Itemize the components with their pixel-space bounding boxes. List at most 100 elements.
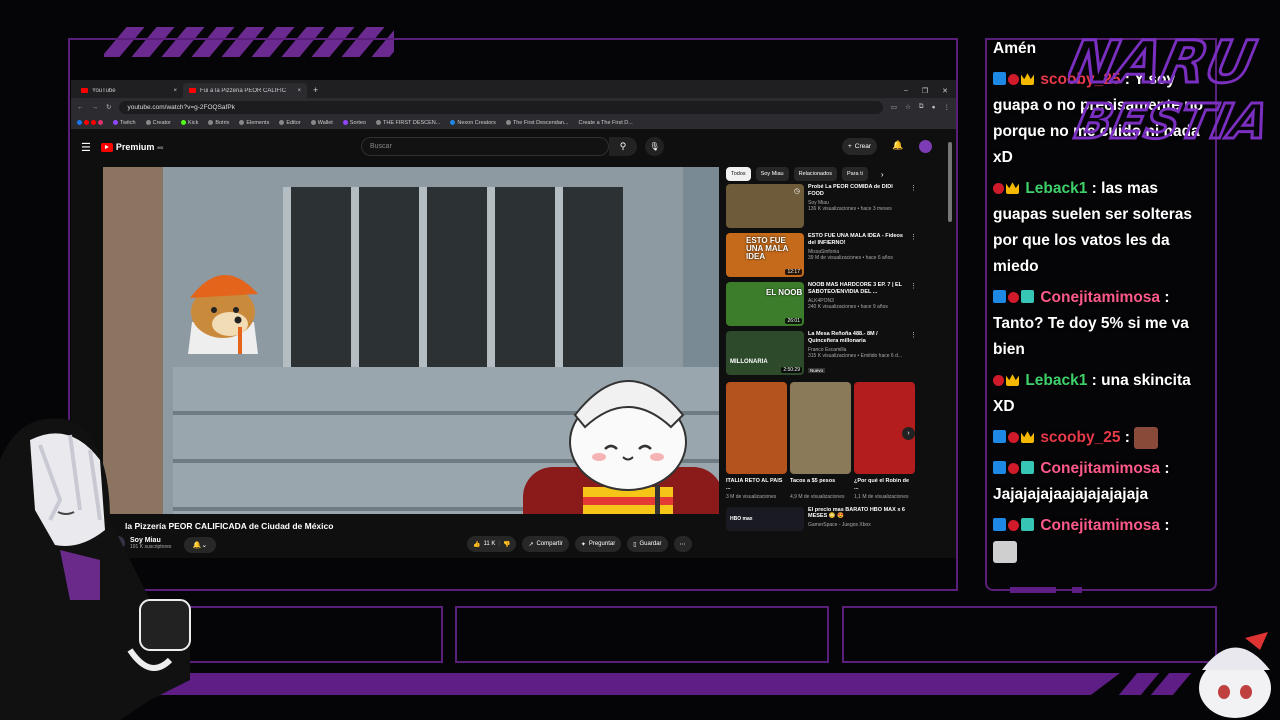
search-button[interactable]: ⚲ [609,137,637,156]
account-avatar[interactable] [919,140,932,153]
sub-badge-icon [1021,290,1034,303]
chat-message: scooby_25 : [993,425,1215,451]
notifications-bell-icon[interactable]: 🔔 [892,140,903,151]
bookmark[interactable]: Creator [145,120,171,126]
video-actions: 👍 11 K | 👎 ↗ Compartir ✦ Preguntar ▯ Guardar ⋯ [467,536,692,552]
search-input[interactable]: Buscar [361,137,609,156]
bookmark[interactable]: Botrix [208,120,229,126]
bookmark[interactable]: Wallet [310,120,333,126]
forward-icon[interactable]: → [92,104,99,111]
page-scrollbar[interactable] [948,142,952,222]
back-icon[interactable]: ← [77,104,84,111]
suggested-video[interactable]: ESTO FUE UNA MALA IDEA 12:17 ESTO FUE UN… [726,233,917,280]
star-icon[interactable]: ☆ [905,103,911,111]
cast-icon[interactable]: ▭ [891,103,897,111]
mic-button[interactable]: 🎙 [645,137,664,156]
bookmark[interactable]: Create a The First D... [579,120,633,126]
suggested-video[interactable]: EL NOOB 26:01 NOOB MAS HARDCORE 3 EP. 7 … [726,282,917,329]
bookmark[interactable]: Elements [239,120,269,126]
short-thumbnail[interactable] [790,382,851,474]
bookmark-icon: ▯ [633,541,637,548]
cat-sticker [569,380,687,514]
video-thumbnail[interactable]: EL NOOB 26:01 [726,282,804,326]
chevron-right-icon[interactable]: › [881,170,884,179]
close-tab-icon[interactable]: × [173,88,177,94]
window-controls: – ❐ ✕ [904,83,956,98]
hamburger-menu-icon[interactable]: ☰ [81,141,91,154]
video-thumbnail[interactable]: ESTO FUE UNA MALA IDEA 12:17 [726,233,804,277]
more-options-icon[interactable]: ⋮ [910,184,917,231]
close-tab-icon[interactable]: × [297,88,301,94]
sparkle-icon: ✦ [580,541,586,548]
bookmark[interactable]: Kick [180,120,198,126]
suggested-video[interactable]: HBO max El precio mas BARATO HBO MAX x 6… [726,506,916,531]
chevron-down-icon: ⌄ [201,542,208,549]
url-text: youtube.com/watch?v=g-2FOQSafPk [127,103,235,111]
svg-text:NARU: NARU [1068,29,1261,96]
chat-text: Jajajajajaajajajajajaja [993,486,1149,503]
bookmark-icons[interactable] [77,120,103,125]
profile-icon[interactable]: ● [932,104,936,111]
tab-video[interactable]: Fui a la Pizzeria PEOR CALIFIC × [183,83,307,98]
chat-text: Tanto? Te doy 5% si me va bien [993,315,1189,358]
close-window-icon[interactable]: ✕ [942,87,948,95]
suggested-video[interactable]: MILLONARIA 2:50:29 La Mesa Reñoña 488.- … [726,331,917,378]
share-button[interactable]: ↗ Compartir [522,536,569,552]
video-thumbnail[interactable]: ◷ [726,184,804,228]
new-tab-button[interactable]: + [307,85,324,98]
address-bar[interactable]: youtube.com/watch?v=g-2FOQSafPk [119,100,883,114]
more-options-icon[interactable]: ⋮ [910,331,917,378]
menu-icon[interactable]: ⋮ [944,103,951,111]
bookmark[interactable]: THE FIRST DESCEN... [376,120,440,126]
reload-icon[interactable]: ↻ [106,103,111,111]
crown-badge-icon [1021,73,1034,85]
chat-frame-accent [1072,587,1082,593]
short-item[interactable]: ¿Por qué el Robin de ... 1,1 M de visuali… [854,382,915,501]
chip-relacionados[interactable]: Relacionados [793,167,837,181]
more-options-icon[interactable]: ⋮ [910,233,917,280]
red-badge-icon [1008,432,1019,443]
bookmark[interactable]: Sorteo [342,120,366,126]
suggested-video[interactable]: ◷ Probé La PEOR COMIDA de DIDI FOOD Soy M… [726,184,917,231]
extensions-icon[interactable]: ⧉ [919,103,924,111]
bookmark[interactable]: Nexon Creators [450,120,496,126]
prime-badge-icon [993,461,1006,474]
maximize-icon[interactable]: ❐ [922,87,928,95]
video-thumbnail[interactable]: MILLONARIA 2:50:29 [726,331,804,375]
tab-strip: YouTube × Fui a la Pizzeria PEOR CALIFIC… [71,80,956,98]
tab-youtube[interactable]: YouTube × [75,83,183,98]
short-item[interactable]: ITALIA RETÓ AL PAÍS ... 3 M de visualizac… [726,382,787,501]
bookmark[interactable]: Editor [279,120,301,126]
bar-stripe [1150,673,1192,695]
doge-sticker [188,274,258,354]
minimize-icon[interactable]: – [904,87,908,94]
create-button[interactable]: + Crear [842,138,878,155]
bookmark[interactable]: Twitch [113,120,136,126]
clock-icon[interactable]: ◷ [794,187,800,195]
chip-todos[interactable]: Todos [726,167,751,181]
tab-label: Fui a la Pizzeria PEOR CALIFIC [200,87,287,94]
youtube-play-icon [100,142,113,152]
youtube-logo[interactable]: Premium MX [100,142,163,152]
tab-label: YouTube [92,87,116,94]
thumbs-down-icon[interactable]: 👎 [503,541,510,548]
more-options-icon[interactable]: ⋮ [910,282,917,329]
prime-badge-icon [993,430,1006,443]
like-button[interactable]: 👍 11 K | 👎 [467,536,517,552]
video-thumbnail[interactable]: HBO max [726,506,804,531]
crown-badge-icon [1006,374,1019,386]
shelf-next-button[interactable]: › [902,427,915,440]
short-item[interactable]: Tacos a $5 pesos 4,9 M de visualizaciones [790,382,851,501]
save-button[interactable]: ▯ Guardar [627,536,668,552]
red-badge-icon [1008,292,1019,303]
bottom-panel-center [455,606,829,663]
more-actions-button[interactable]: ⋯ [673,536,692,552]
chat-message: Conejitamimosa : Jajajajajaajajajajajaja [993,460,1170,503]
bookmark[interactable]: The First Descendan... [505,120,569,126]
short-thumbnail[interactable] [726,382,787,474]
chip-soy-miau[interactable]: Soy Miau [755,167,789,181]
emote-image [1134,426,1159,449]
suggestions-sidebar: Todos Soy Miau Relacionados Para ti › ◷ … [726,166,917,531]
chip-para-ti[interactable]: Para ti [841,167,868,181]
ask-button[interactable]: ✦ Preguntar [574,536,622,552]
